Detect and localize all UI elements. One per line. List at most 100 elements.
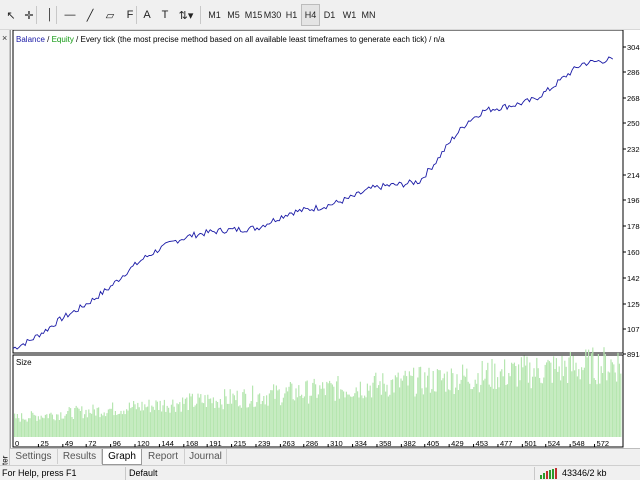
volume-bar (406, 376, 408, 437)
volume-bar (246, 407, 248, 437)
tab-settings[interactable]: Settings (10, 449, 58, 464)
volume-bar (396, 377, 398, 437)
volume-bar (249, 403, 251, 437)
volume-bar (173, 406, 175, 437)
tab-graph[interactable]: Graph (102, 449, 142, 465)
tester-side-panel: Tester (0, 30, 10, 477)
volume-bar (590, 353, 592, 437)
timeframe-m5[interactable]: M5 (224, 4, 243, 26)
tab-results[interactable]: Results (58, 449, 102, 464)
volume-bar (296, 397, 298, 437)
volume-bar (417, 377, 419, 437)
x-tick-label: 144 (161, 439, 174, 448)
volume-bar (541, 383, 543, 437)
volume-bar (371, 397, 373, 437)
volume-bar (154, 409, 156, 437)
tab-journal[interactable]: Journal (185, 449, 227, 464)
timeframe-m30[interactable]: M30 (263, 4, 282, 26)
timeframe-mn[interactable]: MN (359, 4, 378, 26)
crosshair-icon[interactable]: ✛ (21, 4, 37, 26)
volume-bar (401, 380, 403, 437)
volume-bar (330, 383, 332, 437)
volume-bar (494, 363, 496, 437)
volume-bar (463, 375, 465, 437)
volume-bar (263, 396, 265, 437)
timeframe-h4[interactable]: H4 (301, 4, 320, 26)
volume-bar (166, 405, 168, 437)
volume-bar (245, 393, 247, 437)
volume-bar (483, 380, 485, 437)
equidistant-channel-icon[interactable]: ▱ (102, 4, 118, 26)
horizontal-line-icon[interactable]: — (62, 4, 78, 26)
volume-bar (315, 384, 317, 437)
text-label-icon[interactable]: T (157, 4, 173, 26)
volume-bar (368, 390, 370, 437)
arrows-dropdown-icon[interactable]: ⇅▾ (175, 4, 197, 26)
volume-bar (450, 368, 452, 437)
volume-bar (301, 394, 303, 437)
volume-bar (420, 366, 422, 437)
volume-bar (513, 362, 515, 437)
volume-bar (457, 390, 459, 437)
volume-bar (204, 395, 206, 437)
x-tick-label: 310 (330, 439, 343, 448)
volume-bar (14, 413, 16, 437)
volume-bar (282, 397, 284, 437)
balance-chart: Balance / Equity / Every tick (the most … (12, 29, 640, 448)
volume-bar (303, 396, 305, 437)
volume-bar (219, 399, 221, 437)
price-panel (12, 29, 624, 354)
volume-bar (487, 362, 489, 437)
volume-bar (309, 395, 311, 437)
volume-bar (571, 371, 573, 437)
volume-bar (359, 381, 361, 437)
volume-bar (568, 357, 570, 437)
volume-bar (82, 418, 84, 437)
x-tick-label: 405 (427, 439, 440, 448)
tab-report[interactable]: Report (142, 449, 185, 464)
volume-bar (224, 389, 226, 437)
volume-bar (310, 395, 312, 437)
volume-bar (126, 409, 128, 437)
volume-bar (592, 347, 594, 437)
volume-bar (414, 396, 416, 437)
close-icon[interactable]: × (2, 33, 7, 43)
volume-bar (351, 396, 353, 437)
text-icon[interactable]: A (139, 4, 155, 26)
volume-bar (260, 404, 262, 437)
volume-bar (509, 376, 511, 437)
volume-bar (250, 401, 252, 437)
legend-balance: Balance (16, 35, 45, 44)
volume-bar (326, 381, 328, 437)
volume-bar (32, 412, 34, 437)
volume-bar (207, 394, 209, 437)
chart-legend: Balance / Equity / Every tick (the most … (16, 35, 445, 44)
timeframe-m1[interactable]: M1 (205, 4, 224, 26)
volume-bar (215, 400, 217, 437)
trendline-icon[interactable]: ╱ (82, 4, 98, 26)
volume-bar (554, 369, 556, 437)
timeframe-d1[interactable]: D1 (320, 4, 339, 26)
volume-bar (595, 380, 597, 437)
connection-bars-icon (540, 468, 560, 480)
volume-bar (588, 349, 590, 437)
timeframe-h1[interactable]: H1 (282, 4, 301, 26)
volume-bar (39, 419, 41, 437)
volume-bar (501, 369, 503, 437)
volume-bar (354, 393, 356, 437)
volume-bar (19, 421, 21, 437)
volume-bar (148, 399, 150, 437)
volume-bar (533, 368, 535, 437)
volume-bar (247, 407, 249, 437)
x-tick-label: 548 (572, 439, 585, 448)
volume-bar (453, 394, 455, 437)
volume-bar (606, 380, 608, 437)
timeframe-m15[interactable]: M15 (244, 4, 263, 26)
volume-bar (540, 382, 542, 437)
timeframe-w1[interactable]: W1 (340, 4, 359, 26)
volume-bar (40, 415, 42, 437)
cursor-icon[interactable]: ↖ (3, 4, 19, 26)
y-tick-label: 30431 (627, 43, 640, 52)
x-tick-label: 120 (137, 439, 150, 448)
volume-bar (67, 411, 69, 437)
